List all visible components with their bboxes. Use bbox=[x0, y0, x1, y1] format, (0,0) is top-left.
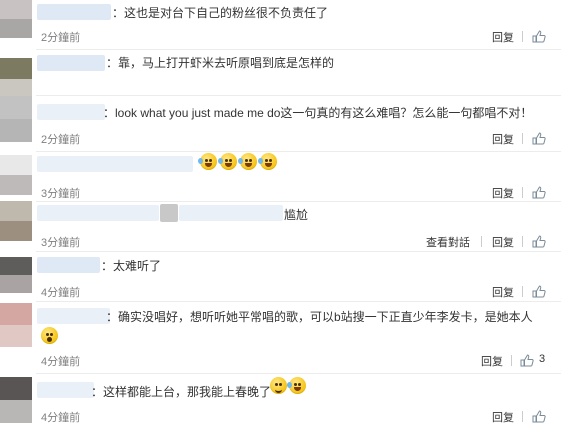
comment-time: 3分鐘前 bbox=[41, 237, 81, 249]
comment-time: 3分鐘前 bbox=[41, 188, 81, 200]
action-divider bbox=[522, 411, 523, 422]
comment-text: ：太难听了 bbox=[101, 259, 162, 273]
action-divider bbox=[522, 133, 523, 144]
thumbs-up-icon[interactable] bbox=[532, 410, 546, 423]
comment-text: 尴尬 bbox=[284, 208, 309, 222]
reply-button[interactable]: 回复 bbox=[492, 409, 514, 425]
avatar[interactable] bbox=[0, 96, 32, 142]
action-divider bbox=[522, 286, 523, 297]
username[interactable] bbox=[37, 4, 111, 20]
thumbs-up-icon[interactable] bbox=[532, 285, 546, 298]
emoji-face-icon bbox=[258, 153, 277, 170]
comment-item: ：太难听了 4分鐘前 回复 bbox=[0, 251, 561, 302]
username[interactable] bbox=[37, 382, 94, 398]
action-divider bbox=[481, 236, 482, 247]
comment-item: ：确实没唱好，想听听她平常唱的歌，可以b站搜一下正直少年李发卡，是她本人 4分鐘… bbox=[0, 301, 561, 374]
comment-text: ：这也是对台下自己的粉丝很不负责任了 bbox=[112, 6, 329, 20]
comment-time: 4分鐘前 bbox=[41, 287, 81, 299]
username[interactable] bbox=[37, 257, 100, 273]
view-conversation-link[interactable]: 查看對話 bbox=[426, 234, 470, 250]
avatar[interactable] bbox=[0, 58, 32, 100]
action-divider bbox=[522, 236, 523, 247]
action-divider bbox=[522, 31, 523, 42]
comment-item: ：这也是对台下自己的粉丝很不负责任了 2分鐘前 回复 bbox=[0, 0, 561, 50]
reply-button[interactable]: 回复 bbox=[492, 284, 514, 300]
comment-text: ：look what you just made me do这一句真的有这么难唱… bbox=[103, 106, 533, 120]
emoji-face-icon bbox=[218, 153, 237, 170]
emoji-face-icon bbox=[287, 377, 306, 394]
reply-button[interactable]: 回复 bbox=[492, 131, 514, 147]
reply-button[interactable]: 回复 bbox=[492, 234, 514, 250]
thumbs-up-icon[interactable] bbox=[532, 30, 546, 43]
comment-item: ：look what you just made me do这一句真的有这么难唱… bbox=[0, 96, 561, 152]
avatar[interactable] bbox=[0, 155, 32, 195]
reply-button[interactable]: 回复 bbox=[481, 353, 503, 369]
comment-text: ：这样都能上台，那我能上春晚了 bbox=[91, 385, 272, 399]
username-blur bbox=[179, 205, 283, 221]
emoji-face-icon bbox=[198, 153, 217, 170]
comment-item: 3分鐘前 回复 bbox=[0, 151, 561, 202]
thumbs-up-icon[interactable] bbox=[532, 132, 546, 145]
avatar[interactable] bbox=[0, 257, 32, 293]
comment-item: 尴尬 3分鐘前 查看對話 回复 bbox=[0, 201, 561, 252]
avatar[interactable] bbox=[0, 0, 32, 38]
like-count: 3 bbox=[539, 353, 546, 365]
username[interactable] bbox=[37, 308, 110, 324]
reply-button[interactable]: 回复 bbox=[492, 29, 514, 45]
action-divider bbox=[511, 355, 512, 366]
emoji-face-icon bbox=[41, 327, 58, 344]
username[interactable] bbox=[37, 205, 159, 221]
comment-item: ：靠，马上打开虾米去听原唱到底是怎样的 bbox=[0, 50, 561, 100]
comment-text: ：靠，马上打开虾米去听原唱到底是怎样的 bbox=[106, 56, 335, 70]
comment-time: 4分鐘前 bbox=[41, 356, 81, 368]
action-divider bbox=[522, 187, 523, 198]
thumbs-up-icon[interactable] bbox=[532, 235, 546, 248]
username-blur bbox=[160, 204, 178, 222]
thumbs-up-icon[interactable] bbox=[532, 186, 546, 199]
emoji-face-icon bbox=[238, 153, 257, 170]
username[interactable] bbox=[37, 104, 105, 120]
comment-time: 2分鐘前 bbox=[41, 134, 81, 146]
avatar[interactable] bbox=[0, 201, 32, 241]
comment-time: 2分鐘前 bbox=[41, 32, 81, 44]
comment-item: ：这样都能上台，那我能上春晚了 4分鐘前 回复 bbox=[0, 373, 561, 432]
emoji-face-icon bbox=[270, 377, 287, 394]
comment-time: 4分鐘前 bbox=[41, 412, 81, 424]
thumbs-up-icon[interactable] bbox=[520, 354, 534, 367]
comment-text: ：确实没唱好，想听听她平常唱的歌，可以b站搜一下正直少年李发卡，是她本人 bbox=[106, 310, 533, 324]
avatar[interactable] bbox=[0, 303, 32, 347]
username[interactable] bbox=[37, 156, 193, 172]
reply-button[interactable]: 回复 bbox=[492, 185, 514, 201]
avatar[interactable] bbox=[0, 377, 32, 423]
username[interactable] bbox=[37, 55, 105, 71]
